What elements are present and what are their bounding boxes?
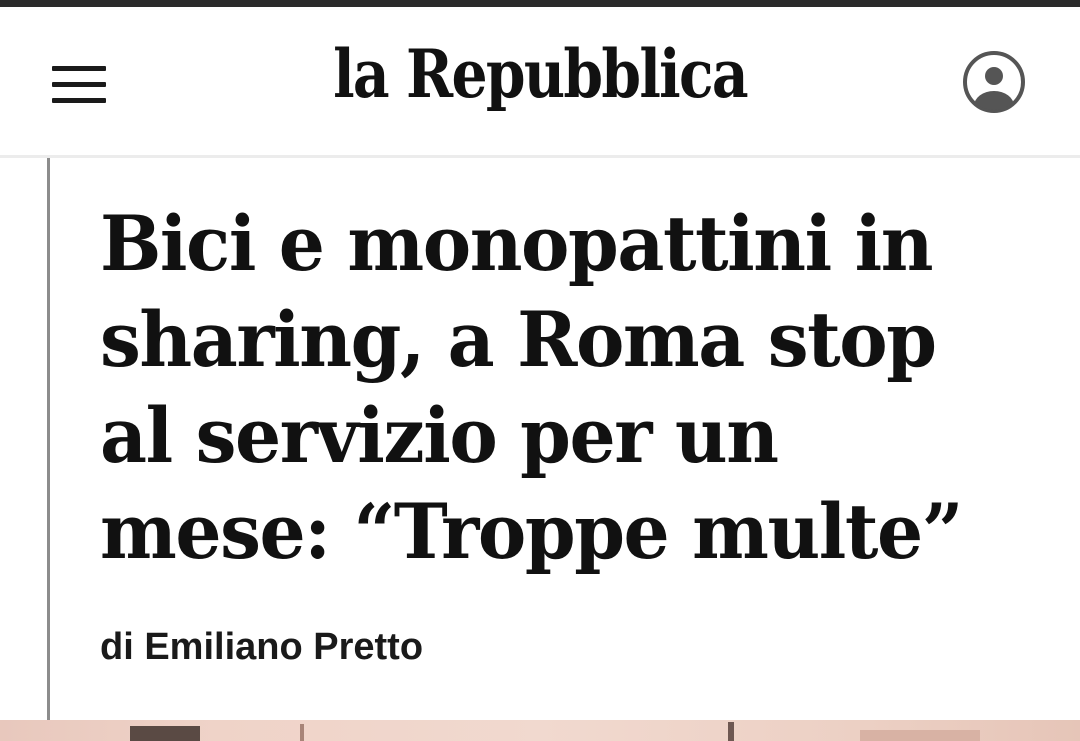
account-button[interactable]	[962, 50, 1026, 114]
site-header: la Repubblica	[0, 7, 1080, 155]
article-byline[interactable]: di Emiliano Pretto	[100, 624, 423, 670]
user-account-icon	[963, 51, 1025, 113]
article-headline: Bici e monopattini in sharing, a Roma st…	[100, 199, 964, 576]
status-bar-strip	[0, 0, 1080, 7]
site-logo[interactable]: la Repubblica	[76, 29, 1005, 119]
article-hero-image	[0, 720, 1080, 741]
article-left-rule	[47, 158, 50, 720]
